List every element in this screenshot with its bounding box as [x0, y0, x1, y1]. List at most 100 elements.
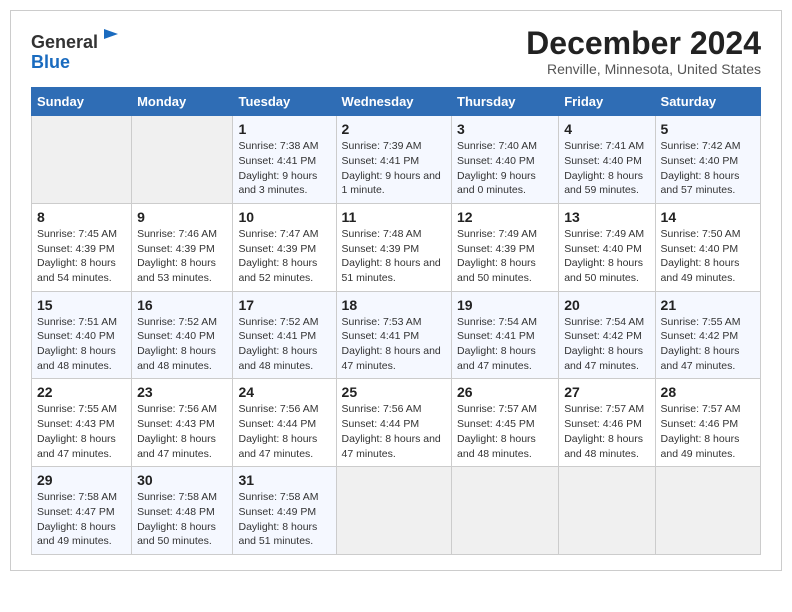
table-row: 20Sunrise: 7:54 AMSunset: 4:42 PMDayligh…	[559, 291, 655, 379]
logo: General Blue	[31, 26, 122, 73]
title-block: December 2024 Renville, Minnesota, Unite…	[526, 26, 761, 77]
day-number: 2	[342, 121, 446, 137]
table-row: 25Sunrise: 7:56 AMSunset: 4:44 PMDayligh…	[336, 379, 451, 467]
day-number: 22	[37, 384, 126, 400]
calendar-week-4: 22 Sunrise: 7:55 AMSunset: 4:43 PMDayligh…	[32, 379, 761, 467]
table-row: 14 Sunrise: 7:50 AMSunset: 4:40 PMDayligh…	[655, 203, 760, 291]
logo-general: General	[31, 32, 98, 52]
page-header: General Blue December 2024 Renville, Min…	[31, 26, 761, 77]
day-info: Sunrise: 7:54 AMSunset: 4:41 PMDaylight:…	[457, 315, 553, 374]
day-info: Sunrise: 7:51 AMSunset: 4:40 PMDaylight:…	[37, 315, 126, 374]
day-number: 13	[564, 209, 649, 225]
day-info: Sunrise: 7:45 AMSunset: 4:39 PMDaylight:…	[37, 227, 126, 286]
col-friday: Friday	[559, 88, 655, 116]
table-row: 3Sunrise: 7:40 AMSunset: 4:40 PMDaylight…	[452, 116, 559, 204]
table-row: 11 Sunrise: 7:48 AMSunset: 4:39 PMDayligh…	[336, 203, 451, 291]
day-info: Sunrise: 7:58 AMSunset: 4:48 PMDaylight:…	[137, 490, 227, 549]
table-row: 27 Sunrise: 7:57 AMSunset: 4:46 PMDayligh…	[559, 379, 655, 467]
col-monday: Monday	[132, 88, 233, 116]
col-thursday: Thursday	[452, 88, 559, 116]
header-row: Sunday Monday Tuesday Wednesday Thursday…	[32, 88, 761, 116]
day-number: 12	[457, 209, 553, 225]
day-info: Sunrise: 7:56 AMSunset: 4:44 PMDaylight:…	[238, 402, 330, 461]
month-title: December 2024	[526, 26, 761, 61]
calendar-week-5: 29 Sunrise: 7:58 AMSunset: 4:47 PMDayligh…	[32, 467, 761, 555]
table-row: 16 Sunrise: 7:52 AMSunset: 4:40 PMDayligh…	[132, 291, 233, 379]
day-number: 26	[457, 384, 553, 400]
day-number: 5	[661, 121, 755, 137]
day-info: Sunrise: 7:56 AMSunset: 4:43 PMDaylight:…	[137, 402, 227, 461]
calendar-header: Sunday Monday Tuesday Wednesday Thursday…	[32, 88, 761, 116]
day-info: Sunrise: 7:48 AMSunset: 4:39 PMDaylight:…	[342, 227, 446, 286]
day-number: 21	[661, 297, 755, 313]
day-number: 23	[137, 384, 227, 400]
day-number: 1	[238, 121, 330, 137]
day-info: Sunrise: 7:41 AMSunset: 4:40 PMDaylight:…	[564, 139, 649, 198]
table-row	[336, 467, 451, 555]
day-info: Sunrise: 7:49 AMSunset: 4:39 PMDaylight:…	[457, 227, 553, 286]
day-number: 8	[37, 209, 126, 225]
table-row: 2 Sunrise: 7:39 AMSunset: 4:41 PMDaylight…	[336, 116, 451, 204]
day-number: 27	[564, 384, 649, 400]
table-row: 30 Sunrise: 7:58 AMSunset: 4:48 PMDayligh…	[132, 467, 233, 555]
calendar-table: Sunday Monday Tuesday Wednesday Thursday…	[31, 87, 761, 555]
table-row: 29 Sunrise: 7:58 AMSunset: 4:47 PMDayligh…	[32, 467, 132, 555]
day-info: Sunrise: 7:55 AMSunset: 4:43 PMDaylight:…	[37, 402, 126, 461]
day-info: Sunrise: 7:57 AMSunset: 4:45 PMDaylight:…	[457, 402, 553, 461]
day-number: 10	[238, 209, 330, 225]
table-row: 10 Sunrise: 7:47 AMSunset: 4:39 PMDayligh…	[233, 203, 336, 291]
day-number: 4	[564, 121, 649, 137]
day-info: Sunrise: 7:58 AMSunset: 4:47 PMDaylight:…	[37, 490, 126, 549]
table-row: 31 Sunrise: 7:58 AMSunset: 4:49 PMDayligh…	[233, 467, 336, 555]
day-info: Sunrise: 7:58 AMSunset: 4:49 PMDaylight:…	[238, 490, 330, 549]
table-row: 9 Sunrise: 7:46 AMSunset: 4:39 PMDaylight…	[132, 203, 233, 291]
day-number: 9	[137, 209, 227, 225]
day-info: Sunrise: 7:50 AMSunset: 4:40 PMDaylight:…	[661, 227, 755, 286]
table-row	[452, 467, 559, 555]
day-info: Sunrise: 7:52 AMSunset: 4:41 PMDaylight:…	[238, 315, 330, 374]
table-row	[132, 116, 233, 204]
day-info: Sunrise: 7:53 AMSunset: 4:41 PMDaylight:…	[342, 315, 446, 374]
calendar-page: General Blue December 2024 Renville, Min…	[10, 10, 782, 571]
logo-text: General Blue	[31, 26, 122, 73]
day-number: 30	[137, 472, 227, 488]
day-info: Sunrise: 7:49 AMSunset: 4:40 PMDaylight:…	[564, 227, 649, 286]
day-info: Sunrise: 7:47 AMSunset: 4:39 PMDaylight:…	[238, 227, 330, 286]
day-info: Sunrise: 7:57 AMSunset: 4:46 PMDaylight:…	[564, 402, 649, 461]
table-row: 8 Sunrise: 7:45 AMSunset: 4:39 PMDaylight…	[32, 203, 132, 291]
calendar-week-2: 8 Sunrise: 7:45 AMSunset: 4:39 PMDaylight…	[32, 203, 761, 291]
table-row: 15 Sunrise: 7:51 AMSunset: 4:40 PMDayligh…	[32, 291, 132, 379]
day-number: 14	[661, 209, 755, 225]
day-info: Sunrise: 7:57 AMSunset: 4:46 PMDaylight:…	[661, 402, 755, 461]
day-info: Sunrise: 7:40 AMSunset: 4:40 PMDaylight:…	[457, 139, 553, 198]
calendar-week-3: 15 Sunrise: 7:51 AMSunset: 4:40 PMDayligh…	[32, 291, 761, 379]
col-wednesday: Wednesday	[336, 88, 451, 116]
day-info: Sunrise: 7:55 AMSunset: 4:42 PMDaylight:…	[661, 315, 755, 374]
table-row: 26 Sunrise: 7:57 AMSunset: 4:45 PMDayligh…	[452, 379, 559, 467]
day-info: Sunrise: 7:52 AMSunset: 4:40 PMDaylight:…	[137, 315, 227, 374]
day-number: 11	[342, 209, 446, 225]
day-info: Sunrise: 7:38 AMSunset: 4:41 PMDaylight:…	[238, 139, 330, 198]
day-info: Sunrise: 7:46 AMSunset: 4:39 PMDaylight:…	[137, 227, 227, 286]
day-number: 25	[342, 384, 446, 400]
table-row	[559, 467, 655, 555]
day-number: 31	[238, 472, 330, 488]
day-info: Sunrise: 7:39 AMSunset: 4:41 PMDaylight:…	[342, 139, 446, 198]
table-row: 19Sunrise: 7:54 AMSunset: 4:41 PMDayligh…	[452, 291, 559, 379]
day-number: 15	[37, 297, 126, 313]
table-row	[32, 116, 132, 204]
table-row: 18Sunrise: 7:53 AMSunset: 4:41 PMDayligh…	[336, 291, 451, 379]
table-row: 5Sunrise: 7:42 AMSunset: 4:40 PMDaylight…	[655, 116, 760, 204]
day-number: 16	[137, 297, 227, 313]
col-sunday: Sunday	[32, 88, 132, 116]
day-number: 24	[238, 384, 330, 400]
calendar-week-1: 1 Sunrise: 7:38 AMSunset: 4:41 PMDaylight…	[32, 116, 761, 204]
table-row: 12 Sunrise: 7:49 AMSunset: 4:39 PMDayligh…	[452, 203, 559, 291]
day-number: 17	[238, 297, 330, 313]
table-row: 17 Sunrise: 7:52 AMSunset: 4:41 PMDayligh…	[233, 291, 336, 379]
table-row: 13 Sunrise: 7:49 AMSunset: 4:40 PMDayligh…	[559, 203, 655, 291]
day-number: 29	[37, 472, 126, 488]
table-row: 1 Sunrise: 7:38 AMSunset: 4:41 PMDaylight…	[233, 116, 336, 204]
logo-blue: Blue	[31, 52, 70, 72]
calendar-body: 1 Sunrise: 7:38 AMSunset: 4:41 PMDaylight…	[32, 116, 761, 555]
